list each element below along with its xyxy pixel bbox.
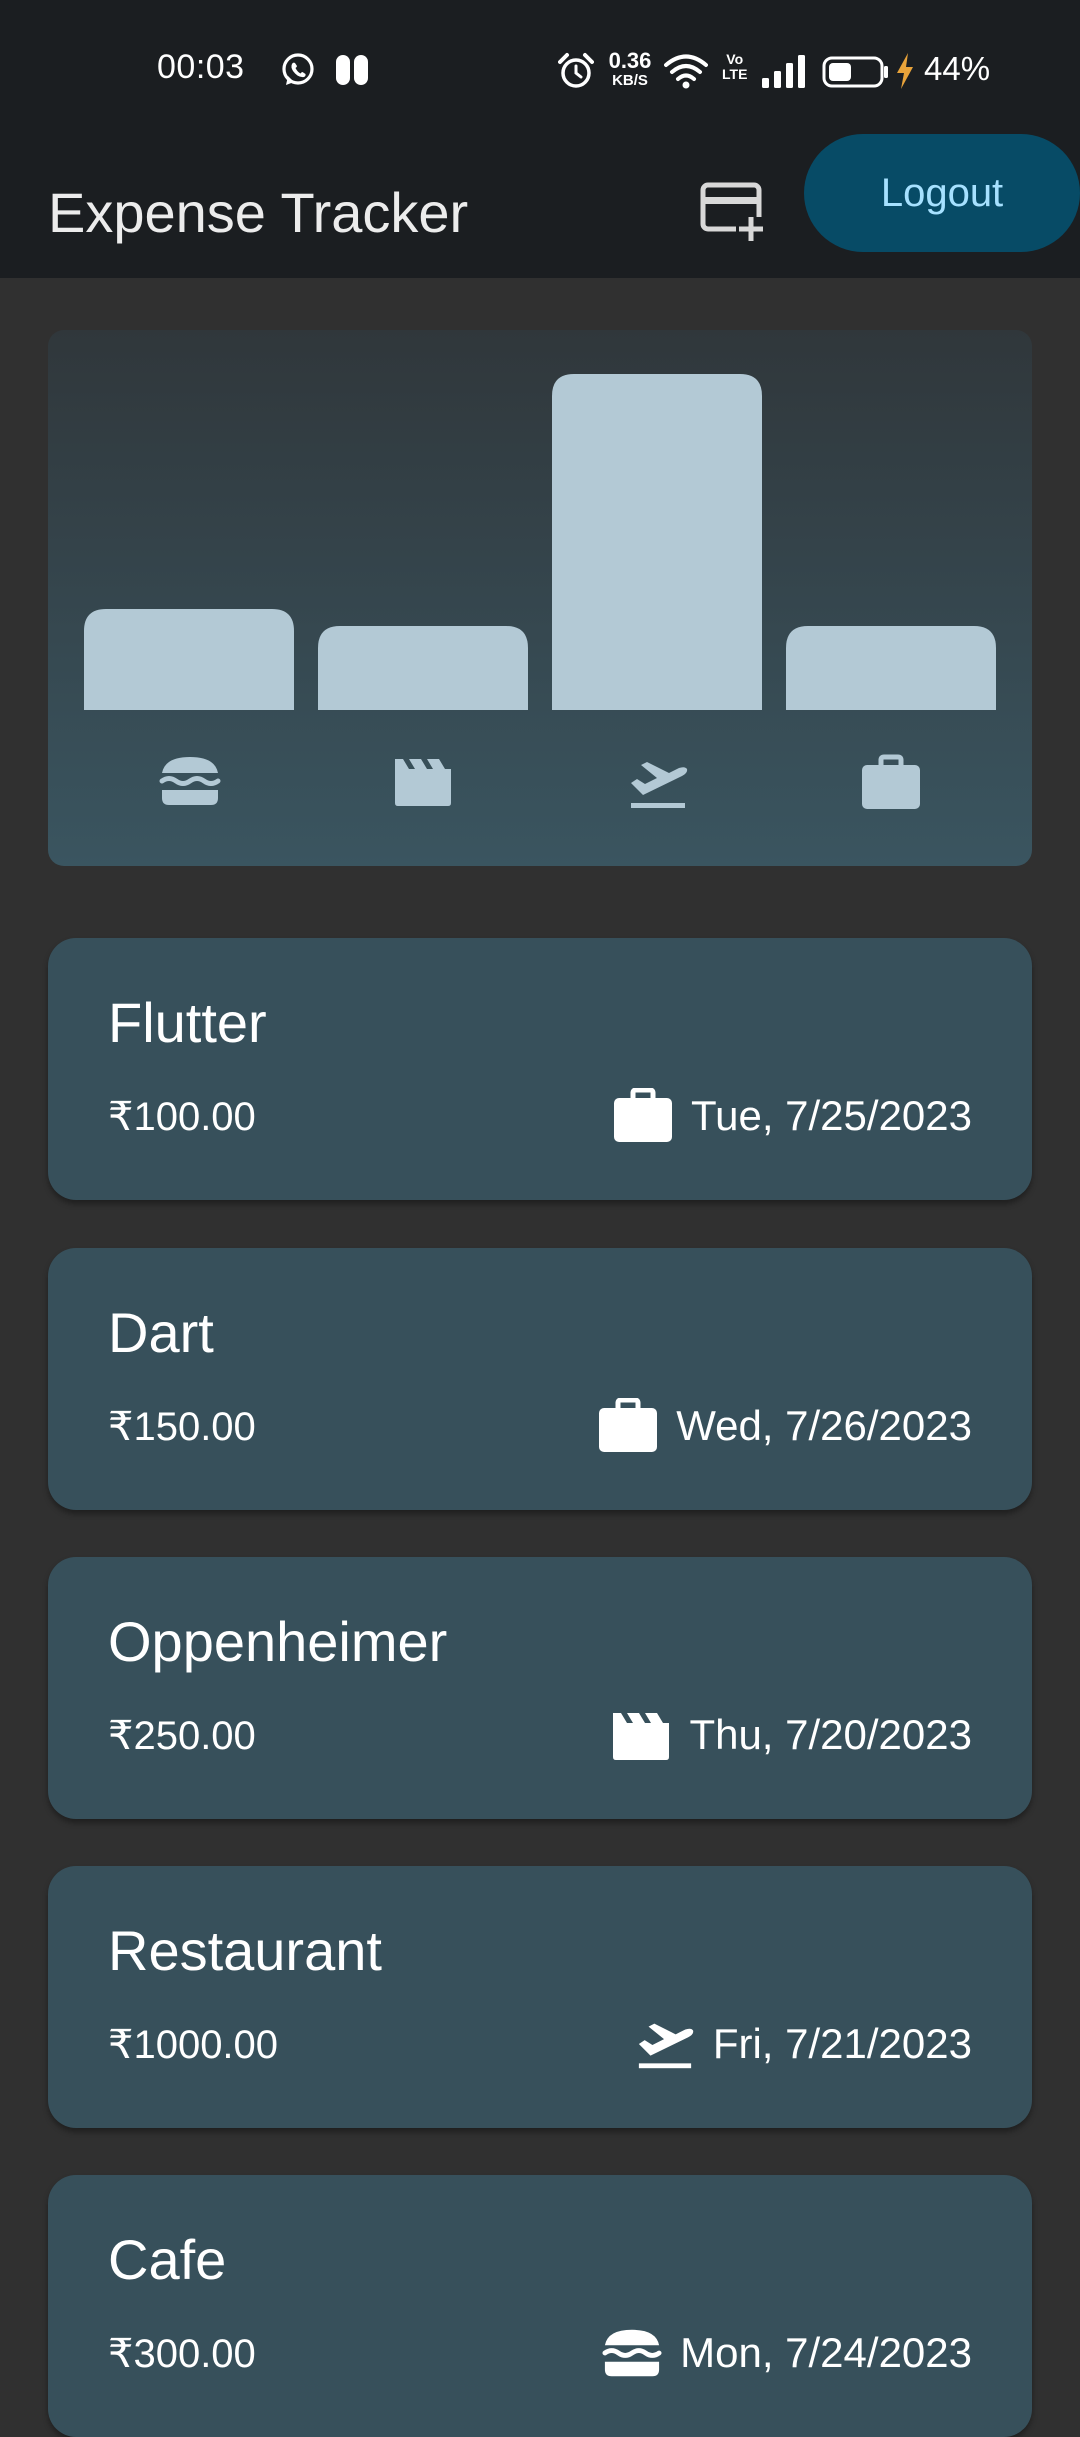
expense-card[interactable]: Cafe ₹300.00 Mon, 7/24/2023 — [48, 2175, 1032, 2437]
expense-title: Cafe — [108, 2228, 227, 2291]
cellular-signal-icon — [762, 55, 805, 88]
expense-card[interactable]: Restaurant ₹1000.00 Fri, 7/21/2023 — [48, 1866, 1032, 2128]
expense-chart — [48, 330, 1032, 866]
app-title: Expense Tracker — [48, 181, 469, 244]
logout-button[interactable]: Logout — [804, 134, 1080, 252]
expense-date: Mon, 7/24/2023 — [680, 2329, 972, 2376]
chart-bar-travel — [552, 374, 762, 710]
expense-meta: Mon, 7/24/2023 — [602, 2323, 972, 2383]
movie-clapper-icon — [395, 759, 451, 806]
chart-bar-leisure — [318, 626, 528, 710]
chart-bar-food — [84, 609, 294, 710]
expense-date: Wed, 7/26/2023 — [676, 1402, 972, 1449]
expense-bar-chart — [84, 374, 996, 809]
flight-takeoff-icon — [635, 2014, 695, 2074]
charging-bolt-icon — [897, 53, 913, 89]
battery-icon — [822, 56, 888, 88]
briefcase-icon — [613, 1086, 673, 1146]
expense-card[interactable]: Dart ₹150.00 Wed, 7/26/2023 — [48, 1248, 1032, 1510]
expense-amount: ₹250.00 — [108, 1714, 256, 1758]
expense-amount: ₹300.00 — [108, 2332, 256, 2376]
alarm-icon — [558, 53, 594, 88]
expense-date: Thu, 7/20/2023 — [689, 1711, 972, 1758]
chart-bar-work — [786, 626, 996, 710]
expense-card[interactable]: Flutter ₹100.00 Tue, 7/25/2023 — [48, 938, 1032, 1200]
hamburger-icon — [159, 757, 221, 805]
expense-title: Oppenheimer — [108, 1610, 448, 1673]
volte-top: Vo — [726, 51, 744, 67]
expense-title: Dart — [108, 1301, 214, 1364]
briefcase-icon — [598, 1396, 658, 1456]
expense-amount: ₹100.00 — [108, 1095, 256, 1139]
flight-takeoff-icon — [631, 762, 688, 808]
expense-amount: ₹150.00 — [108, 1405, 256, 1449]
battery-percent: 44% — [924, 50, 991, 87]
expense-amount: ₹1000.00 — [108, 2023, 279, 2067]
expense-title: Restaurant — [108, 1919, 382, 1982]
expense-meta: Wed, 7/26/2023 — [598, 1396, 972, 1456]
add-expense-button[interactable] — [690, 166, 780, 256]
wifi-icon — [664, 54, 708, 89]
network-speed-unit: KB/S — [612, 72, 648, 89]
battery-level-fill — [829, 63, 851, 81]
expense-meta: Thu, 7/20/2023 — [611, 1705, 972, 1765]
expense-date: Fri, 7/21/2023 — [712, 2020, 972, 2067]
volte-indicator: Vo LTE — [722, 52, 747, 81]
expense-meta: Fri, 7/21/2023 — [635, 2014, 972, 2074]
movie-clapper-icon — [611, 1705, 671, 1765]
briefcase-icon — [862, 754, 920, 809]
expense-card[interactable]: Oppenheimer ₹250.00 Thu, 7/20/2023 — [48, 1557, 1032, 1819]
status-time: 00:03 — [157, 48, 245, 86]
expense-date: Tue, 7/25/2023 — [691, 1092, 972, 1139]
network-speed-value: 0.36 — [608, 48, 652, 73]
expense-meta: Tue, 7/25/2023 — [613, 1086, 972, 1146]
hamburger-icon — [602, 2323, 662, 2383]
media-icon — [336, 55, 368, 85]
status-bar: 00:03 0.36 KB/S Vo LTE 44% — [0, 0, 1080, 140]
add-card-icon — [700, 182, 766, 241]
volte-bottom: LTE — [722, 65, 748, 82]
whatsapp-icon — [282, 53, 314, 85]
expense-title: Flutter — [108, 991, 267, 1054]
network-speed: 0.36 KB/S — [602, 48, 658, 89]
